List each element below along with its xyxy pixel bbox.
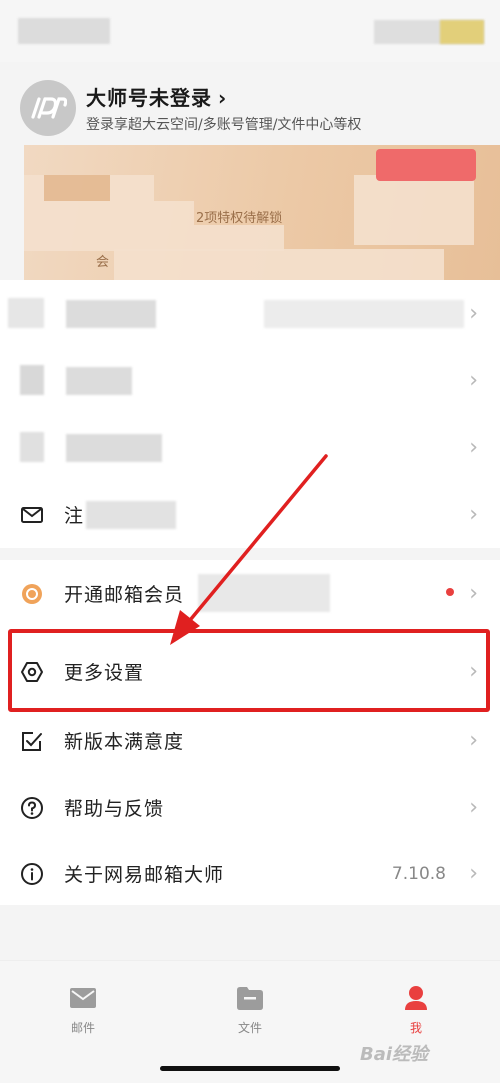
tab-files[interactable]: 文件: [210, 985, 290, 1036]
list-item-mail-label: 注: [64, 505, 85, 527]
mosaic-block: [114, 249, 444, 283]
mosaic-block: [264, 300, 464, 328]
list-item-about[interactable]: 关于网易邮箱大师 7.10.8 ›: [0, 840, 500, 907]
tab-mail-label: 邮件: [70, 1021, 95, 1035]
annotation-highlight-box: [8, 629, 490, 712]
list-item-blurred-2[interactable]: ›: [0, 347, 500, 414]
mosaic-block: [354, 175, 474, 245]
tab-files-label: 文件: [237, 1021, 262, 1035]
list-item-help[interactable]: 帮助与反馈 ›: [0, 774, 500, 841]
profile-subtitle: 登录享超大云空间/多账号管理/文件中心等权: [86, 117, 362, 133]
mosaic-block: [66, 300, 156, 328]
battery-icon: [440, 20, 484, 44]
mosaic-block: [8, 298, 44, 328]
info-circle-icon: [21, 862, 43, 885]
chevron-right-icon: ›: [469, 581, 478, 606]
chevron-right-icon: ›: [469, 795, 478, 820]
mosaic-block: [24, 225, 284, 251]
watermark: Bai经验: [360, 1044, 429, 1065]
vip-benefit-text: 2项特权待解锁: [196, 211, 283, 226]
chevron-right-icon: ›: [469, 728, 478, 753]
list-item-blurred-1[interactable]: ›: [0, 280, 500, 347]
mosaic-block: [66, 367, 132, 395]
vip-tag-text: 会: [96, 255, 110, 270]
chevron-right-icon: ›: [469, 861, 478, 886]
menu-list: › › › 注 › 开通邮箱会员 › 更多设置 › 新版本满意度 › 帮助与反馈…: [0, 280, 500, 905]
tab-me[interactable]: 我: [376, 985, 456, 1036]
mosaic-block: [24, 201, 194, 225]
list-item-mail[interactable]: 注 ›: [0, 481, 500, 548]
mosaic-block: [198, 574, 330, 612]
avatar[interactable]: [20, 80, 76, 136]
help-circle-icon: [21, 796, 43, 819]
chevron-right-icon: ›: [218, 86, 228, 110]
profile-name-text: 大师号未登录: [86, 86, 212, 110]
profile-name[interactable]: 大师号未登录 ›: [86, 82, 227, 111]
list-item-help-label: 帮助与反馈: [64, 798, 165, 820]
person-tab-icon: [405, 986, 427, 1010]
section-divider: [0, 548, 500, 560]
status-bar: [0, 0, 500, 62]
dashi-logo-icon: [31, 97, 67, 119]
checkbox-edit-icon: [22, 731, 42, 751]
chevron-right-icon: ›: [469, 368, 478, 393]
mosaic-block: [20, 365, 44, 395]
mosaic-block: [86, 501, 176, 529]
folder-tab-icon: [237, 987, 263, 1010]
vip-crown-icon: [22, 583, 42, 604]
tab-me-label: 我: [409, 1021, 422, 1035]
home-indicator[interactable]: [160, 1066, 340, 1071]
chevron-right-icon: ›: [469, 435, 478, 460]
list-item-vip-label: 开通邮箱会员: [64, 584, 185, 606]
red-dot-badge: [446, 588, 454, 596]
vip-promo-card[interactable]: 2项特权待解锁 会: [24, 145, 500, 285]
mosaic-block: [44, 175, 110, 201]
envelope-icon: [21, 506, 43, 523]
mail-tab-icon: [70, 988, 96, 1008]
list-item-about-label: 关于网易邮箱大师: [64, 864, 225, 886]
chevron-right-icon: ›: [469, 301, 478, 326]
list-item-satisfaction[interactable]: 新版本满意度 ›: [0, 707, 500, 774]
app-version: 7.10.8: [391, 863, 446, 884]
mosaic-block: [20, 432, 44, 462]
list-item-vip[interactable]: 开通邮箱会员 ›: [0, 560, 500, 627]
vip-badge[interactable]: [376, 149, 476, 181]
mosaic-block: [66, 434, 162, 462]
list-item-blurred-3[interactable]: ›: [0, 414, 500, 481]
status-time-blurred: [18, 18, 110, 44]
list-item-satisfaction-label: 新版本满意度: [64, 731, 185, 753]
chevron-right-icon: ›: [469, 502, 478, 527]
tab-mail[interactable]: 邮件: [43, 985, 123, 1036]
